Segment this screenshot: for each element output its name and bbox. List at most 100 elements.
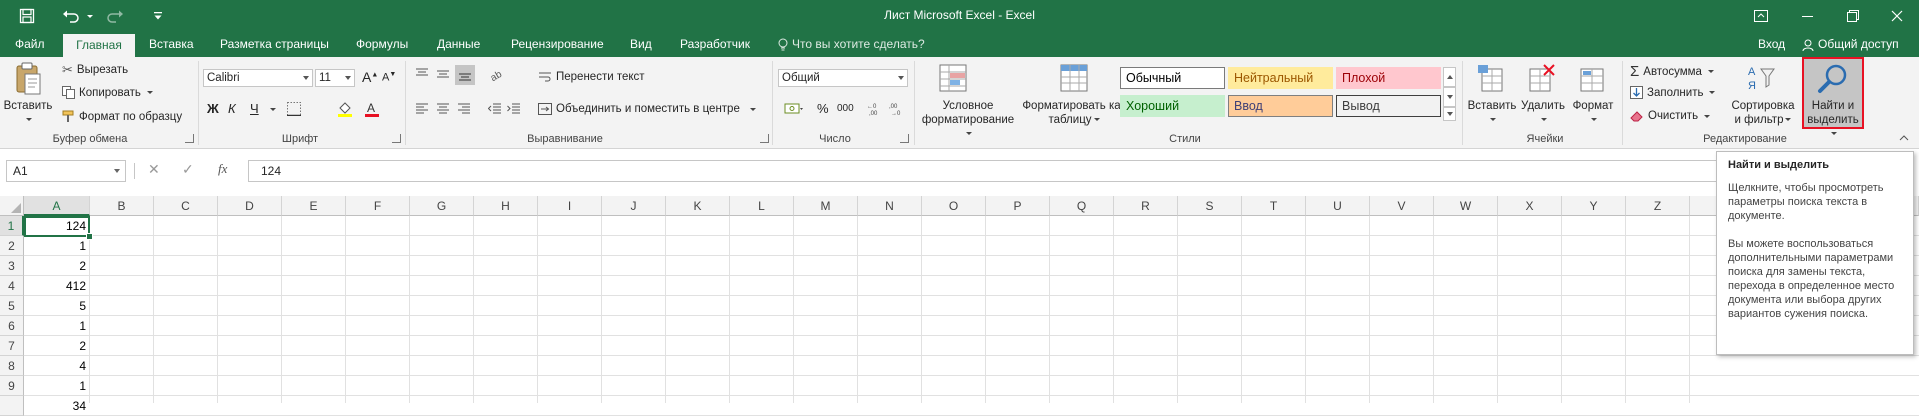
column-header-l[interactable]: L <box>730 196 794 216</box>
name-box[interactable]: A1 <box>6 160 126 182</box>
column-header-v[interactable]: V <box>1370 196 1434 216</box>
tab-formulas[interactable]: Формулы <box>356 32 408 57</box>
align-left-icon[interactable] <box>413 100 431 118</box>
cell-a[interactable]: 1 <box>24 236 89 256</box>
align-bottom-icon[interactable] <box>455 65 475 85</box>
column-header-w[interactable]: W <box>1434 196 1498 216</box>
column-header-p[interactable]: P <box>986 196 1050 216</box>
column-header-x[interactable]: X <box>1498 196 1562 216</box>
sort-filter-icon[interactable]: AЯ <box>1744 61 1778 95</box>
column-header-r[interactable]: R <box>1114 196 1178 216</box>
cell-a[interactable]: 34 <box>24 396 89 416</box>
gallery-scroll-up-icon[interactable] <box>1443 67 1456 87</box>
shrink-font-button[interactable]: A▼ <box>382 71 396 84</box>
italic-button[interactable]: К <box>228 101 236 116</box>
name-box-dropdown-icon[interactable] <box>114 169 120 173</box>
format-cells-button[interactable]: Формат <box>1568 99 1618 127</box>
format-as-table-button[interactable]: Форматировать как таблицу <box>1022 99 1126 127</box>
format-as-table-icon[interactable] <box>1056 61 1092 95</box>
formula-input[interactable]: 124 <box>248 160 1718 182</box>
borders-icon[interactable] <box>283 100 305 118</box>
gallery-scroll-down-icon[interactable] <box>1443 87 1456 107</box>
column-header-q[interactable]: Q <box>1050 196 1114 216</box>
clear-button[interactable]: Очистить <box>1630 110 1711 122</box>
row-header[interactable]: 7 <box>0 336 24 356</box>
align-middle-icon[interactable] <box>434 65 452 83</box>
format-cells-icon[interactable] <box>1576 61 1610 95</box>
column-header-s[interactable]: S <box>1178 196 1242 216</box>
share-button[interactable]: Общий доступ <box>1802 32 1899 57</box>
cell-a[interactable]: 4 <box>24 356 89 376</box>
column-header-g[interactable]: G <box>410 196 474 216</box>
row-header[interactable]: 5 <box>0 296 24 316</box>
column-header-o[interactable]: O <box>922 196 986 216</box>
wrap-text-button[interactable]: Перенести текст <box>538 71 645 83</box>
ribbon-display-icon[interactable] <box>1738 0 1784 32</box>
row-header[interactable]: 3 <box>0 256 24 276</box>
delete-cells-button[interactable]: Удалить <box>1518 99 1568 127</box>
row-header[interactable]: 1 <box>0 216 24 236</box>
column-header-k[interactable]: K <box>666 196 730 216</box>
cell-a[interactable]: 1 <box>24 316 89 336</box>
tab-view[interactable]: Вид <box>630 32 652 57</box>
close-icon[interactable] <box>1874 0 1919 32</box>
font-size-box[interactable]: 11 <box>315 69 355 87</box>
font-color-icon[interactable]: A <box>361 100 383 118</box>
collapse-ribbon-icon[interactable] <box>1898 133 1910 143</box>
underline-dropdown-icon[interactable] <box>268 105 276 113</box>
increase-decimal-icon[interactable]: ←0,00 <box>866 100 886 118</box>
row-header[interactable]: 8 <box>0 356 24 376</box>
autosum-dropdown-icon[interactable] <box>1707 70 1714 73</box>
tab-home[interactable]: Главная <box>63 34 135 57</box>
tab-developer[interactable]: Разработчик <box>680 32 750 57</box>
column-header-h[interactable]: H <box>474 196 538 216</box>
find-select-button[interactable]: Найти и выделить <box>1802 57 1864 136</box>
copy-button[interactable]: Копировать <box>62 86 153 99</box>
row-header[interactable]: 4 <box>0 276 24 296</box>
clear-dropdown-icon[interactable] <box>1704 114 1711 118</box>
merge-center-button[interactable]: Объединить и поместить в центре <box>538 103 756 115</box>
merge-dropdown-icon[interactable] <box>749 107 756 111</box>
row-header[interactable]: 2 <box>0 236 24 256</box>
copy-dropdown-icon[interactable] <box>146 91 153 94</box>
insert-cells-icon[interactable] <box>1473 61 1507 95</box>
comma-style-button[interactable]: 000 <box>837 103 854 114</box>
sort-filter-button[interactable]: Сортировка и фильтр <box>1728 99 1798 127</box>
column-header-e[interactable]: E <box>282 196 346 216</box>
conditional-formatting-icon[interactable] <box>935 61 971 95</box>
alignment-launcher-icon[interactable] <box>760 134 769 143</box>
fill-dropdown-icon[interactable] <box>1709 91 1716 94</box>
increase-indent-icon[interactable] <box>505 100 523 118</box>
number-format-box[interactable]: Общий <box>778 69 908 87</box>
tab-insert[interactable]: Вставка <box>149 32 194 57</box>
align-top-icon[interactable] <box>413 65 431 83</box>
format-painter-button[interactable]: Формат по образцу <box>62 110 182 123</box>
orientation-icon[interactable]: ab <box>486 65 512 83</box>
style-bad[interactable]: Плохой <box>1336 67 1441 89</box>
cell-a[interactable]: 2 <box>24 336 89 356</box>
autosum-button[interactable]: Σ Автосумма <box>1630 63 1714 80</box>
paste-button[interactable]: Вставить <box>2 99 54 127</box>
fill-button[interactable]: Заполнить <box>1630 86 1716 99</box>
style-output[interactable]: Вывод <box>1336 95 1441 117</box>
paste-icon[interactable] <box>12 61 44 97</box>
column-header-y[interactable]: Y <box>1562 196 1626 216</box>
cell-a[interactable]: 2 <box>24 256 89 276</box>
confirm-entry-icon[interactable]: ✓ <box>182 161 194 178</box>
cell-a[interactable]: 412 <box>24 276 89 296</box>
insert-cells-button[interactable]: Вставить <box>1464 99 1520 127</box>
column-header-f[interactable]: F <box>346 196 410 216</box>
row-header[interactable]: 6 <box>0 316 24 336</box>
clipboard-launcher-icon[interactable] <box>185 134 194 143</box>
style-normal[interactable]: Обычный <box>1120 67 1225 89</box>
column-header-m[interactable]: M <box>794 196 858 216</box>
column-header-b[interactable]: B <box>90 196 154 216</box>
delete-cells-icon[interactable] <box>1525 61 1559 95</box>
column-header-n[interactable]: N <box>858 196 922 216</box>
decrease-decimal-icon[interactable]: ,00 →0 <box>888 100 908 118</box>
cell-a[interactable]: 1 <box>24 376 89 396</box>
tell-me-box[interactable]: Что вы хотите сделать? <box>778 32 925 57</box>
restore-icon[interactable] <box>1830 0 1876 32</box>
cancel-entry-icon[interactable]: ✕ <box>148 161 160 178</box>
column-header-i[interactable]: I <box>538 196 602 216</box>
